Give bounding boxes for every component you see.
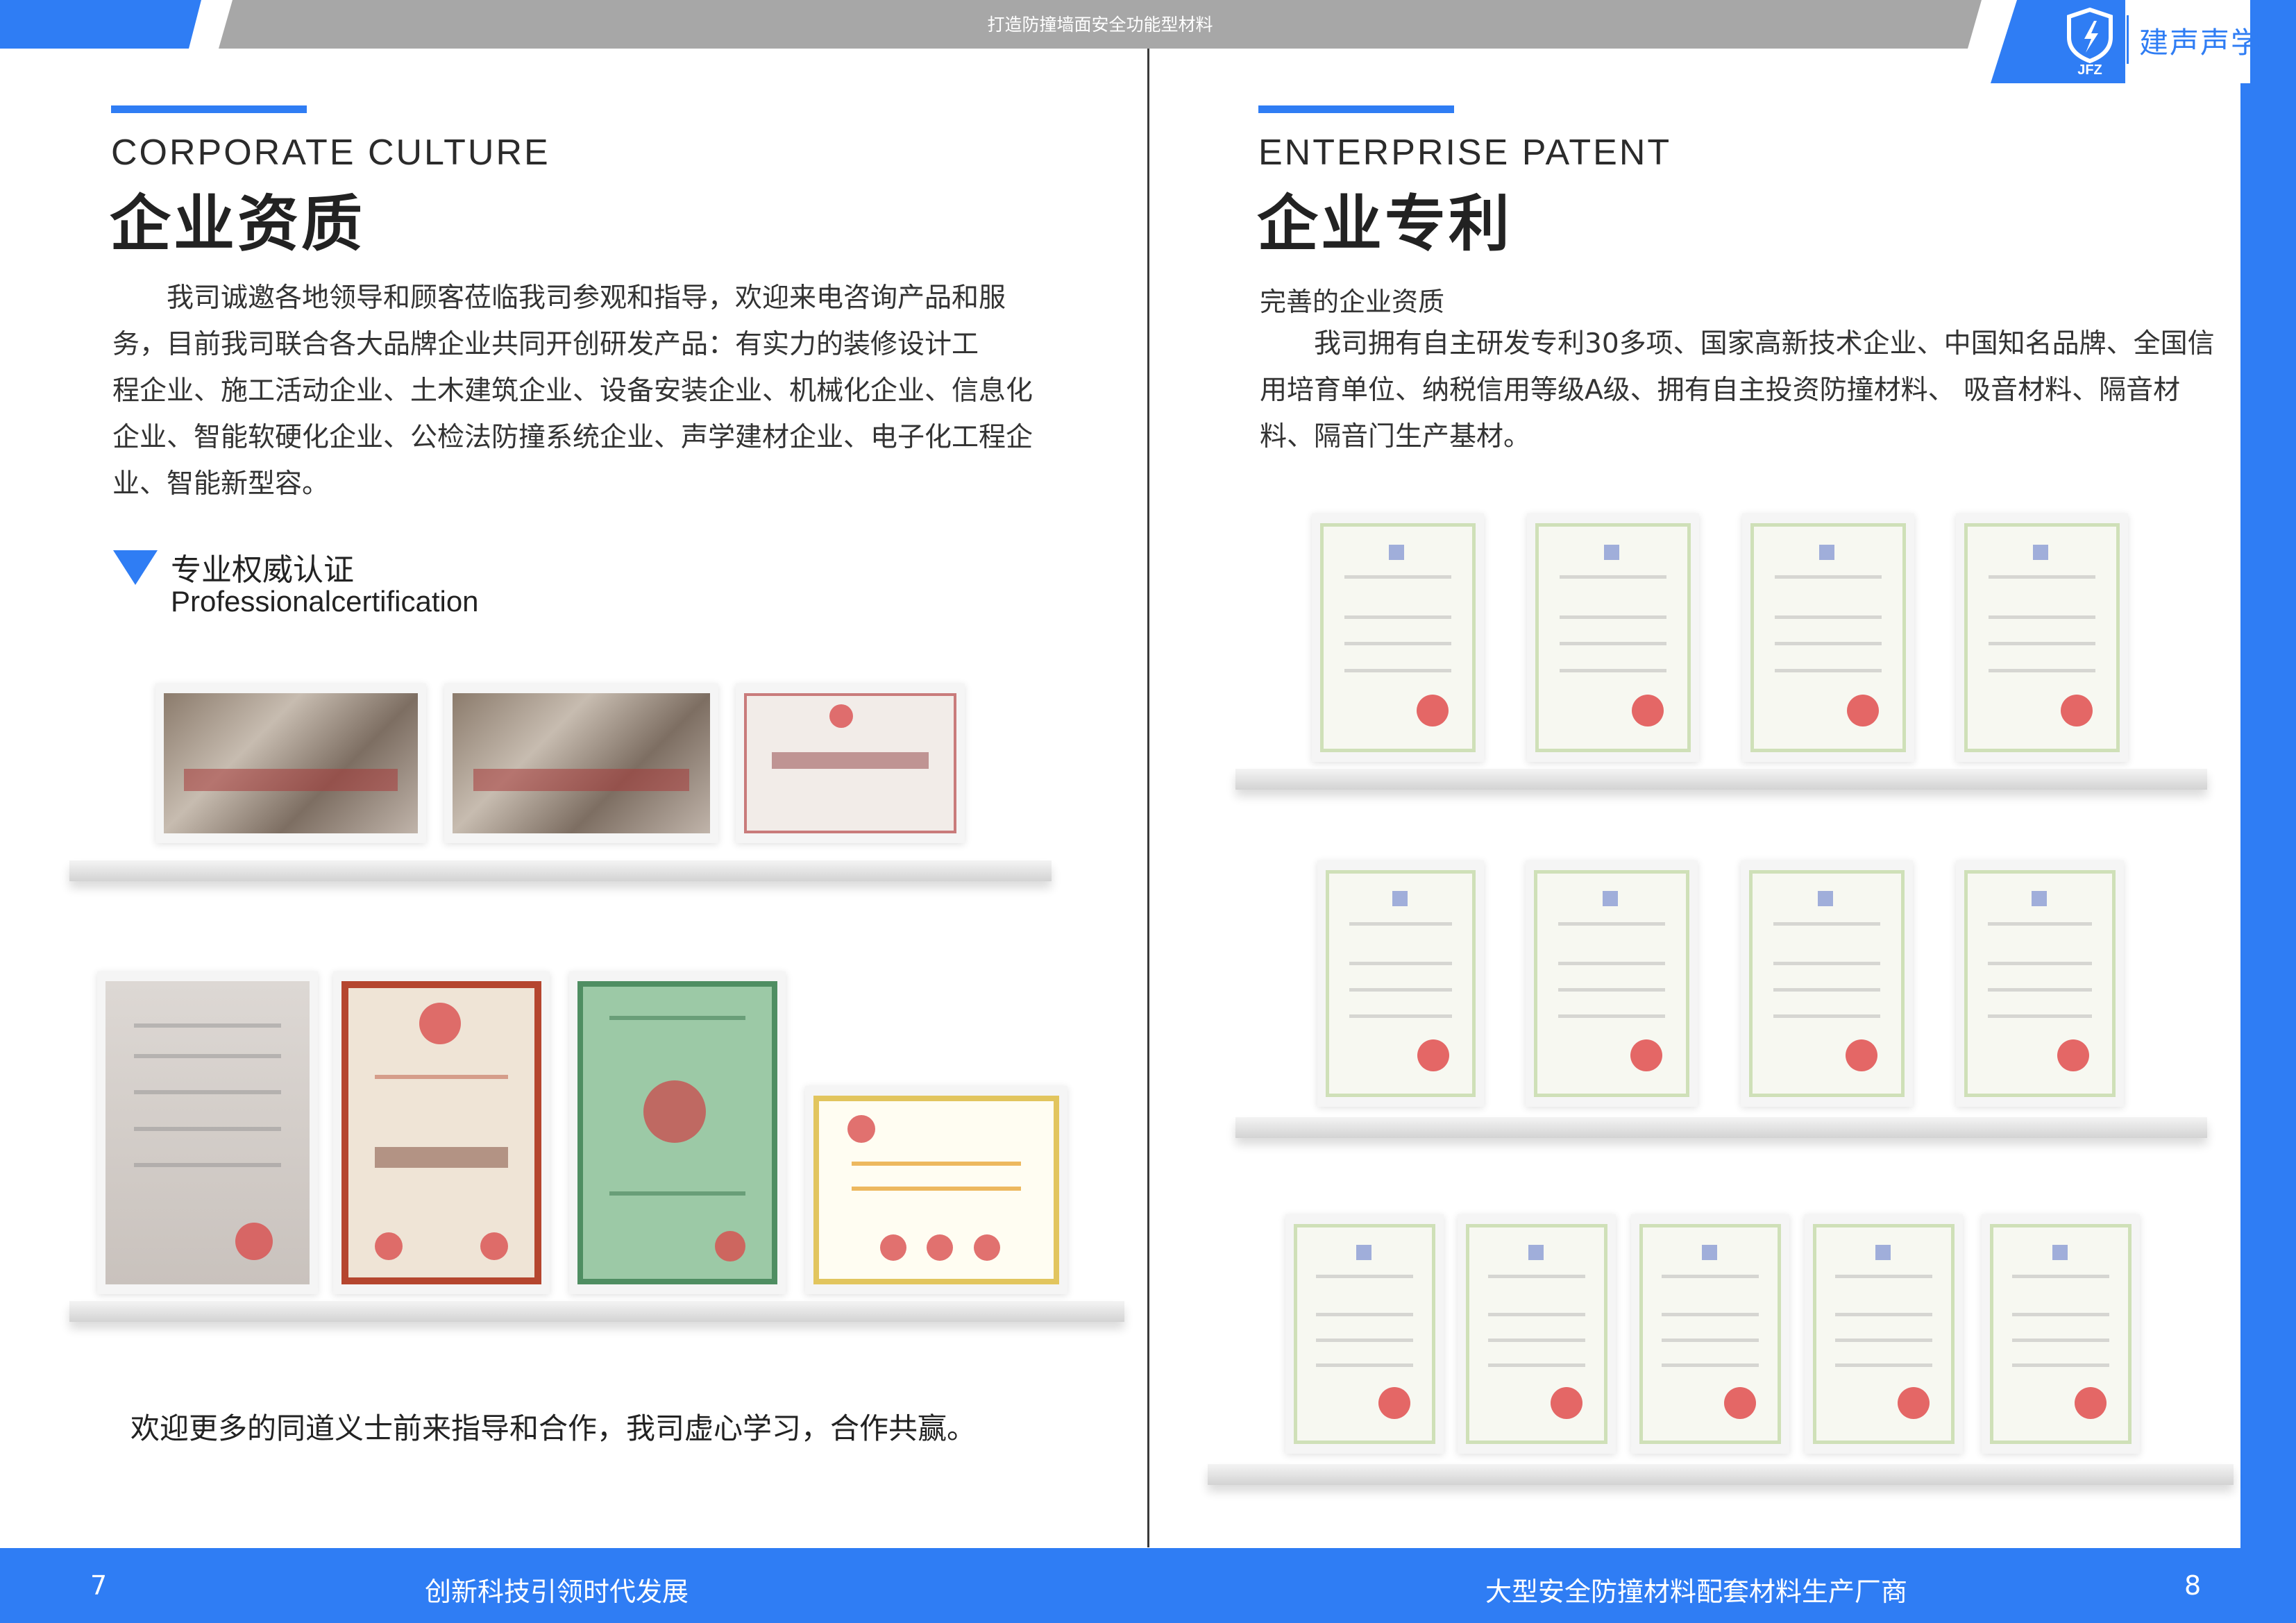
brand-name: 建声声学 [2139,26,2262,60]
patent-certificate [1956,513,2128,762]
patent-certificate [1741,860,1913,1107]
left-title-en: CORPORATE CULTURE [111,133,550,173]
patent-certificate [1805,1214,1963,1454]
patent-certificate [1312,513,1484,762]
paragraph-line: 业、智能新型容。 [112,468,330,500]
paragraph-line: 我司诚邀各地领导和顾客莅临我司参观和指导，欢迎来电咨询产品和服 [112,282,1006,314]
left-title-cn: 企业资质 [110,188,366,260]
display-shelf [69,1301,1124,1322]
page-spine [1147,49,1149,1547]
right-title-accent [1258,105,1454,113]
display-shelf [1235,769,2207,790]
paragraph-line: 料、隔音门生产基材。 [1260,421,1531,452]
certificate-frame [333,971,550,1294]
left-page-number: 7 [90,1570,108,1601]
patent-certificate [1285,1214,1444,1454]
left-closing-text: 欢迎更多的同道义士前来指导和合作，我司虚心学习，合作共赢。 [130,1411,977,1445]
left-intro-paragraph: 我司诚邀各地领导和顾客莅临我司参观和指导，欢迎来电咨询产品和服 务，目前我司联合… [112,275,1043,507]
patent-certificate [1458,1214,1616,1454]
left-title-accent [111,105,307,113]
patent-certificate [1742,513,1914,762]
certificate-plaque [155,683,426,843]
paragraph-line: 用培育单位、纳税信用等级A级、拥有自主投资防撞材料、 吸音材料、隔音材 [1260,375,2181,406]
left-footer-slogan: 创新科技引领时代发展 [425,1577,689,1607]
header-tagline: 打造防撞墙面安全功能型材料 [987,15,1213,35]
patent-certificate [1526,860,1698,1107]
brand-divider [2127,15,2129,64]
header-left-accent [0,0,201,49]
right-edge-strip [2240,83,2296,1554]
paragraph-line: 程企业、施工活动企业、土木建筑企业、设备安装企业、机械化企业、信息化 [112,375,1033,407]
subtitle-en: Professionalcertification [171,585,479,618]
display-shelf [1208,1464,2234,1485]
footer-bar [0,1548,2296,1623]
certificate-frame [97,971,318,1294]
right-title-cn: 企业专利 [1257,188,1513,260]
right-intro-paragraph: 我司拥有自主研发专利30多项、国家高新技术企业、中国知名品牌、全国信 用培育单位… [1260,321,2218,460]
triangle-marker-icon [113,550,158,585]
patent-certificate [1317,860,1484,1107]
certificate-frame [805,1086,1067,1294]
certificate-plaque [444,683,718,843]
subtitle-cn: 专业权威认证 [171,552,354,588]
right-page-number: 8 [2184,1570,2202,1601]
patent-certificate [1527,513,1699,762]
paragraph-line: 我司拥有自主研发专利30多项、国家高新技术企业、中国知名品牌、全国信 [1260,328,2215,359]
jfz-shield-icon: JFZ [2067,7,2113,76]
paragraph-line: 企业、智能软硬化企业、公检法防撞系统企业、声学建材企业、电子化工程企 [112,422,1033,453]
patent-certificate [1631,1214,1789,1454]
display-shelf [1235,1117,2207,1138]
display-shelf [69,860,1052,881]
certificate-plaque [736,683,965,843]
right-footer-slogan: 大型安全防撞材料配套材料生产厂商 [1485,1577,1908,1607]
right-title-en: ENTERPRISE PATENT [1258,133,1672,173]
patent-certificate [1956,860,2124,1107]
certificate-frame [569,971,786,1294]
patent-certificate [1982,1214,2140,1454]
paragraph-line: 务，目前我司联合各大品牌企业共同开创研发产品：有实力的装修设计工 [112,329,979,360]
intro-heading: 完善的企业资质 [1260,287,1445,317]
logo-text: JFZ [2077,62,2102,76]
